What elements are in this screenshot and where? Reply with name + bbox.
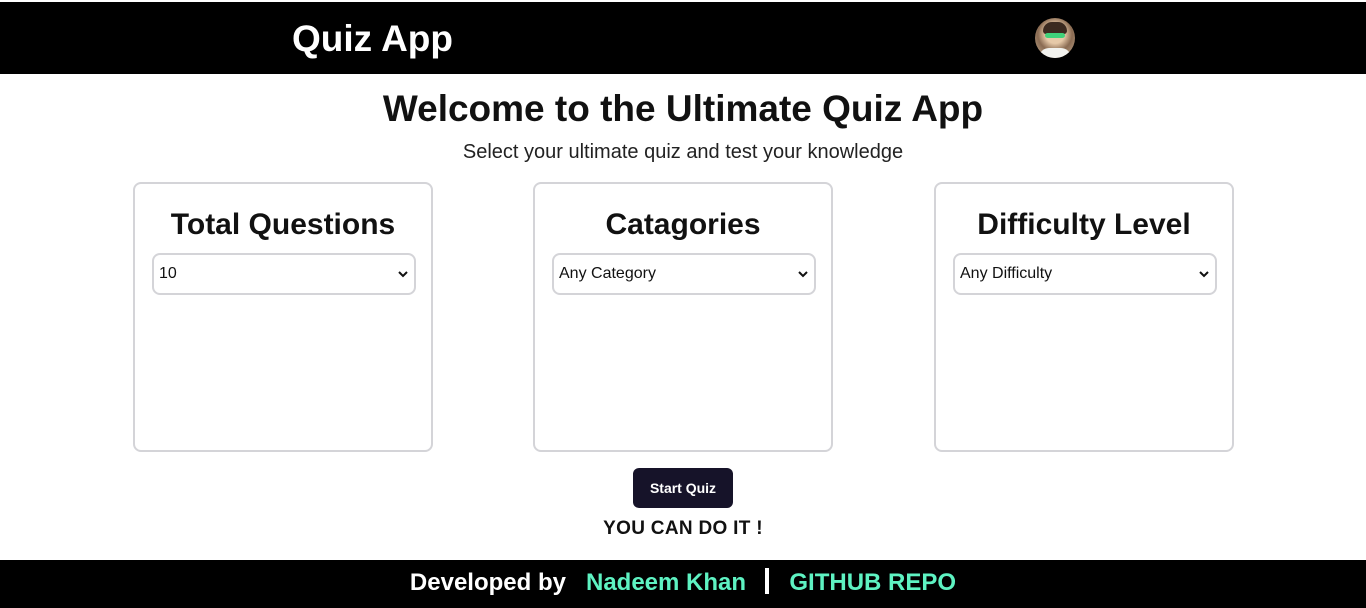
category-select[interactable]: Any Category: [552, 253, 816, 295]
categories-card: Catagories Any Category: [533, 182, 833, 452]
footer-credits: Developed by Nadeem Khan GITHUB REPO: [0, 568, 1366, 597]
motivation-text: YOU CAN DO IT !: [603, 518, 763, 539]
app-brand[interactable]: Quiz App: [292, 18, 453, 60]
avatar-glasses: [1045, 33, 1065, 38]
start-quiz-button[interactable]: Start Quiz: [633, 468, 733, 508]
difficulty-title: Difficulty Level: [977, 208, 1191, 241]
categories-title: Catagories: [605, 208, 761, 241]
total-questions-title: Total Questions: [170, 208, 396, 241]
difficulty-value: Any Difficulty: [960, 265, 1053, 282]
user-avatar-icon[interactable]: [1035, 18, 1075, 58]
total-questions-select[interactable]: 10: [152, 253, 416, 295]
author-link[interactable]: Nadeem Khan: [586, 569, 746, 596]
total-questions-value: 10: [159, 265, 177, 282]
footer-divider: [764, 568, 769, 594]
chevron-down-icon: [398, 271, 408, 278]
footer: Developed by Nadeem Khan GITHUB REPO: [0, 560, 1366, 608]
difficulty-card: Difficulty Level Any Difficulty: [934, 182, 1234, 452]
chevron-down-icon: [798, 271, 808, 278]
difficulty-select[interactable]: Any Difficulty: [953, 253, 1217, 295]
page-subtitle: Select your ultimate quiz and test your …: [462, 141, 904, 163]
avatar-shirt: [1039, 48, 1071, 58]
navbar: Quiz App: [0, 2, 1366, 74]
page-title: Welcome to the Ultimate Quiz App: [382, 88, 984, 129]
developed-by-label: Developed by: [409, 569, 566, 596]
chevron-down-icon: [1199, 271, 1209, 278]
total-questions-card: Total Questions 10: [133, 182, 433, 452]
github-repo-link[interactable]: GITHUB REPO: [789, 569, 956, 596]
category-value: Any Category: [559, 265, 656, 282]
